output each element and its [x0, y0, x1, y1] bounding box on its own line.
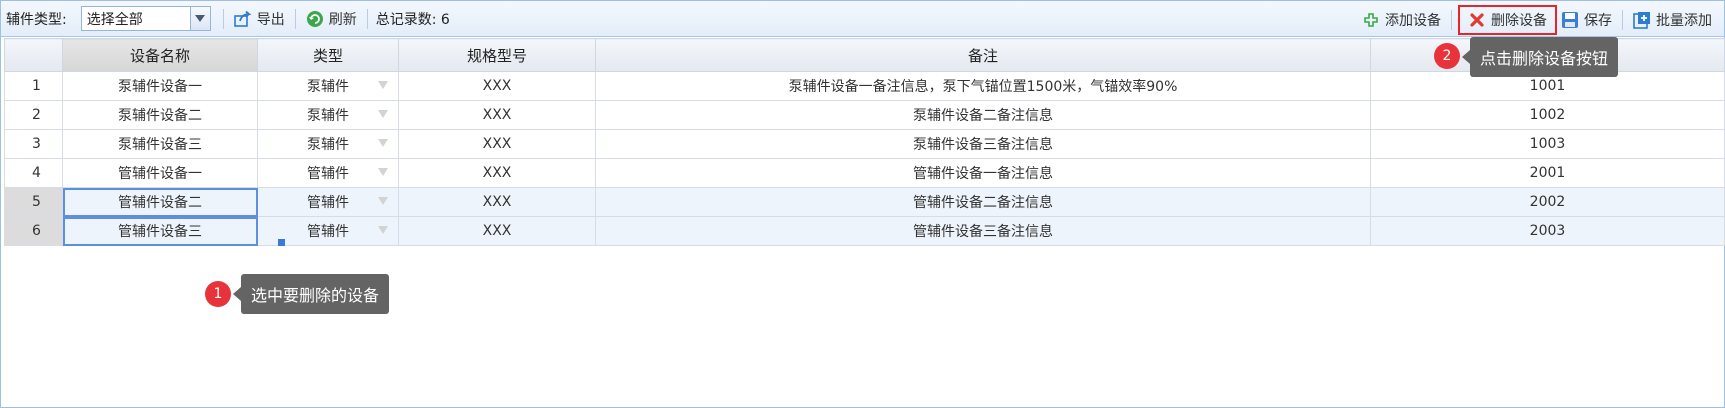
- table-row-selected[interactable]: 5 管辅件设备二 管辅件 XXX 管辅件设备二备注信息 2002: [4, 187, 1725, 217]
- chevron-down-icon[interactable]: [189, 7, 210, 30]
- tooltip-caret: [233, 287, 241, 301]
- cell-type[interactable]: 泵辅件: [257, 129, 399, 159]
- cell-type-value: 泵辅件: [307, 137, 349, 153]
- save-label: 保存: [1584, 13, 1612, 29]
- row-number[interactable]: 6: [4, 216, 63, 246]
- cell-device-name[interactable]: 泵辅件设备二: [62, 100, 258, 130]
- cell-type[interactable]: 泵辅件: [257, 71, 399, 101]
- row-number[interactable]: 1: [4, 71, 63, 101]
- cell-code[interactable]: 1003: [1370, 129, 1725, 159]
- delete-device-button[interactable]: 删除设备: [1458, 5, 1557, 35]
- table-row-selected[interactable]: 6 管辅件设备三 管辅件 XXX 管辅件设备三备注信息 2003: [4, 216, 1725, 246]
- export-button[interactable]: 导出: [230, 5, 289, 33]
- toolbar-divider: [222, 8, 224, 29]
- column-header-spec[interactable]: 规格型号: [398, 38, 596, 72]
- row-number[interactable]: 4: [4, 158, 63, 188]
- toolbar-divider: [366, 8, 368, 29]
- cell-type-value: 管辅件: [307, 224, 349, 240]
- cell-code[interactable]: 2002: [1370, 187, 1725, 217]
- toolbar-divider: [294, 8, 296, 29]
- refresh-label: 刷新: [328, 11, 357, 28]
- row-number[interactable]: 2: [4, 100, 63, 130]
- cell-type-value: 管辅件: [307, 195, 349, 211]
- cell-type[interactable]: 管辅件: [257, 187, 399, 217]
- export-label: 导出: [256, 11, 285, 28]
- cell-code[interactable]: 2001: [1370, 158, 1725, 188]
- device-grid: 设备名称 类型 规格型号 备注 编号 1 泵辅件设备一 泵辅件 XXX 泵辅件设…: [4, 38, 1725, 246]
- cell-remark[interactable]: 泵辅件设备三备注信息: [595, 129, 1371, 159]
- cell-remark[interactable]: 管辅件设备三备注信息: [595, 216, 1371, 246]
- refresh-icon: [306, 10, 324, 28]
- export-icon: [233, 10, 252, 28]
- table-row[interactable]: 2 泵辅件设备二 泵辅件 XXX 泵辅件设备二备注信息 1002: [4, 100, 1725, 130]
- table-row[interactable]: 1 泵辅件设备一 泵辅件 XXX 泵辅件设备一备注信息，泵下气锚位置1500米，…: [4, 71, 1725, 101]
- cell-spec[interactable]: XXX: [398, 216, 596, 246]
- type-filter-value: 选择全部: [86, 11, 143, 28]
- toolbar-actions: 添加设备 删除设备 保存 批量添加: [1358, 5, 1716, 35]
- dropdown-triangle-icon[interactable]: [378, 81, 388, 89]
- step-2-badge: 2: [1434, 43, 1460, 69]
- toolbar-divider: [1451, 10, 1452, 30]
- add-device-label: 添加设备: [1385, 13, 1441, 29]
- table-row[interactable]: 4 管辅件设备一 管辅件 XXX 管辅件设备一备注信息 2001: [4, 158, 1725, 188]
- cell-type-value: 泵辅件: [307, 108, 349, 124]
- row-number[interactable]: 5: [4, 187, 63, 217]
- selection-fill-handle[interactable]: [278, 239, 285, 246]
- toolbar: 辅件类型: 选择全部 导出 刷新 总记录数: 6 添加设备 删除设备 保存 批量…: [1, 1, 1724, 37]
- cell-spec[interactable]: XXX: [398, 187, 596, 217]
- plus-icon: [1362, 11, 1380, 29]
- batch-add-icon: [1633, 11, 1651, 29]
- cell-type-value: 泵辅件: [307, 79, 349, 95]
- cell-type[interactable]: 泵辅件: [257, 100, 399, 130]
- add-device-button[interactable]: 添加设备: [1358, 6, 1445, 34]
- row-number-header: [4, 38, 63, 72]
- cell-remark[interactable]: 管辅件设备二备注信息: [595, 187, 1371, 217]
- cell-spec[interactable]: XXX: [398, 71, 596, 101]
- cell-type[interactable]: 管辅件: [257, 158, 399, 188]
- app-frame: 辅件类型: 选择全部 导出 刷新 总记录数: 6 添加设备 删除设备 保存 批量…: [0, 0, 1725, 408]
- type-filter-label: 辅件类型:: [6, 11, 67, 28]
- dropdown-triangle-icon[interactable]: [378, 110, 388, 118]
- batch-add-label: 批量添加: [1656, 13, 1712, 29]
- toolbar-divider: [1622, 10, 1623, 30]
- cell-device-name-selected[interactable]: 管辅件设备二: [62, 187, 258, 217]
- table-row[interactable]: 3 泵辅件设备三 泵辅件 XXX 泵辅件设备三备注信息 1003: [4, 129, 1725, 159]
- save-button[interactable]: 保存: [1557, 6, 1616, 34]
- delete-x-icon: [1468, 11, 1486, 29]
- step-1-badge: 1: [205, 281, 231, 307]
- cell-spec[interactable]: XXX: [398, 100, 596, 130]
- step-2-text: 点击删除设备按钮: [1480, 49, 1609, 68]
- dropdown-triangle-icon[interactable]: [378, 226, 388, 234]
- save-icon: [1561, 11, 1579, 29]
- step-2-tooltip: 点击删除设备按钮: [1462, 37, 1619, 77]
- cell-spec[interactable]: XXX: [398, 158, 596, 188]
- cell-spec[interactable]: XXX: [398, 129, 596, 159]
- column-header-type[interactable]: 类型: [257, 38, 399, 72]
- column-header-device-name[interactable]: 设备名称: [62, 38, 258, 72]
- cell-device-name[interactable]: 泵辅件设备三: [62, 129, 258, 159]
- step-1-tooltip: 选中要删除的设备: [233, 274, 390, 314]
- tooltip-caret: [1462, 50, 1470, 64]
- refresh-button[interactable]: 刷新: [302, 5, 361, 33]
- cell-remark[interactable]: 管辅件设备一备注信息: [595, 158, 1371, 188]
- cell-remark[interactable]: 泵辅件设备二备注信息: [595, 100, 1371, 130]
- total-records-count: 总记录数: 6: [375, 11, 450, 28]
- dropdown-triangle-icon[interactable]: [378, 197, 388, 205]
- row-number[interactable]: 3: [4, 129, 63, 159]
- cell-code[interactable]: 2003: [1370, 216, 1725, 246]
- column-header-remark[interactable]: 备注: [595, 38, 1371, 72]
- type-filter-select[interactable]: 选择全部: [80, 6, 211, 31]
- step-1-text: 选中要删除的设备: [251, 286, 380, 305]
- cell-remark[interactable]: 泵辅件设备一备注信息，泵下气锚位置1500米，气锚效率90%: [595, 71, 1371, 101]
- cell-type-value: 管辅件: [307, 166, 349, 182]
- cell-device-name-selected[interactable]: 管辅件设备三: [62, 216, 258, 246]
- cell-device-name[interactable]: 泵辅件设备一: [62, 71, 258, 101]
- cell-code[interactable]: 1002: [1370, 100, 1725, 130]
- cell-device-name[interactable]: 管辅件设备一: [62, 158, 258, 188]
- delete-device-label: 删除设备: [1491, 13, 1547, 29]
- batch-add-button[interactable]: 批量添加: [1629, 6, 1716, 34]
- dropdown-triangle-icon[interactable]: [378, 139, 388, 147]
- dropdown-triangle-icon[interactable]: [378, 168, 388, 176]
